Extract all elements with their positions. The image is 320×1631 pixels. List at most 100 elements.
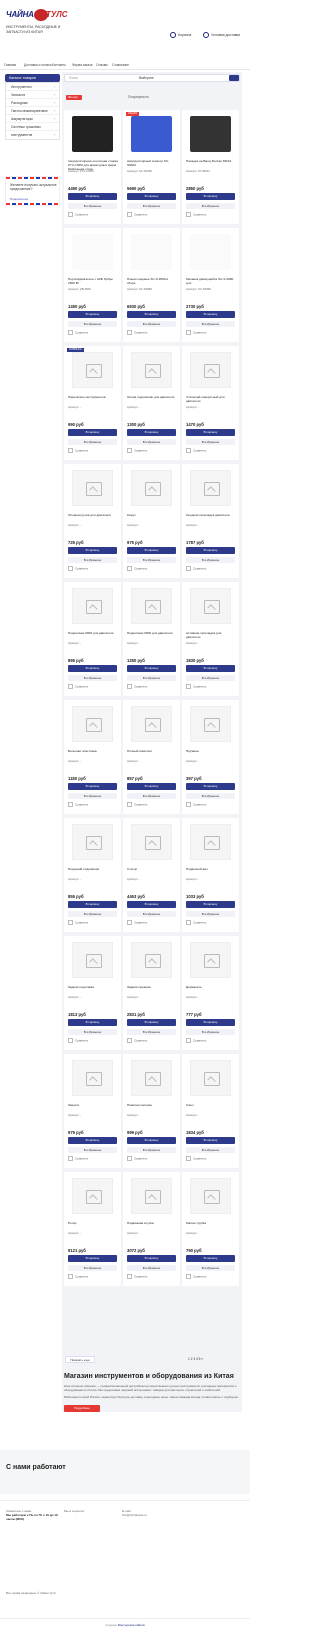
product-name[interactable]: Ротор — [68, 1221, 118, 1226]
search-button[interactable] — [229, 75, 239, 81]
favorite-button[interactable]: В избранное — [127, 793, 176, 799]
product-name[interactable]: Малая трубка — [186, 1221, 236, 1226]
add-to-cart-button[interactable]: В корзину — [186, 547, 235, 554]
add-to-cart-button[interactable]: В корзину — [68, 311, 117, 318]
add-to-cart-button[interactable]: В корзину — [127, 429, 176, 436]
image-placeholder-icon[interactable] — [190, 824, 231, 860]
image-placeholder-icon[interactable] — [72, 1060, 113, 1096]
image-placeholder-icon[interactable] — [131, 1178, 172, 1214]
favorite-button[interactable]: В избранное — [186, 321, 235, 327]
product-card[interactable]: Активная прокладка для двигателя Артикул:… — [182, 582, 239, 696]
nav-link[interactable]: Форма заказа — [72, 63, 93, 67]
product-name[interactable]: Задняя подставка — [68, 985, 118, 990]
add-to-cart-button[interactable]: В корзину — [186, 783, 235, 790]
product-card[interactable]: Подвижная втулка Артикул: - 3072 руб В корз… — [123, 1172, 180, 1286]
favorite-button[interactable]: В избранное — [68, 203, 117, 209]
favorite-button[interactable]: В избранное — [68, 557, 117, 563]
nav-link[interactable]: О магазине — [112, 63, 129, 67]
product-name[interactable]: Передний подшипник — [68, 867, 118, 872]
image-placeholder-icon[interactable] — [72, 824, 113, 860]
subscribe-link[interactable]: Подписаться — [10, 197, 28, 201]
compare-checkbox[interactable]: Сравнить — [186, 1038, 206, 1043]
image-placeholder-icon[interactable] — [131, 824, 172, 860]
image-placeholder-icon[interactable] — [131, 352, 172, 388]
nav-link[interactable]: Контакты — [52, 63, 66, 67]
sort-select[interactable]: Популярность — [128, 95, 149, 99]
product-card[interactable]: Статор Артикул: - 4463 руб В корзину В избра… — [123, 818, 180, 932]
compare-checkbox[interactable]: Сравнить — [186, 1274, 206, 1279]
compare-checkbox[interactable]: Сравнить — [127, 802, 147, 807]
product-name[interactable]: Отключай поворотный для двигателя — [186, 395, 236, 404]
favorite-button[interactable]: В избранное — [186, 203, 235, 209]
image-placeholder-icon[interactable] — [190, 588, 231, 624]
compare-checkbox[interactable]: Сравнить — [186, 448, 206, 453]
product-card[interactable]: Ключ Артикул: - 1834 руб В корзину В избранн… — [182, 1054, 239, 1168]
compare-checkbox[interactable]: Сравнить — [186, 920, 206, 925]
product-card[interactable]: АКЦИЯ Аккумуляторный секатор SC-S5400 Арти… — [123, 110, 180, 224]
product-card[interactable]: Опорная ручка для двигателя Артикул: - 725… — [64, 464, 121, 578]
add-to-cart-button[interactable]: В корзину — [68, 429, 117, 436]
compare-checkbox[interactable]: Сравнить — [186, 802, 206, 807]
favorite-button[interactable]: В избранное — [127, 321, 176, 327]
favorite-button[interactable]: В избранное — [68, 911, 117, 917]
compare-checkbox[interactable]: Сравнить — [186, 684, 206, 689]
product-card[interactable]: Механик движущийся SC-S 2890 для Артикул:… — [182, 228, 239, 342]
catalog-item[interactable]: Запчасти — [6, 91, 59, 99]
product-name[interactable]: Опорная ручка для двигателя — [68, 513, 118, 518]
add-to-cart-button[interactable]: В корзину — [68, 193, 117, 200]
compare-checkbox[interactable]: Сравнить — [68, 212, 88, 217]
product-name[interactable]: Задняя пружина — [127, 985, 177, 990]
favorite-button[interactable]: В избранное — [186, 1265, 235, 1271]
favorite-button[interactable]: В избранное — [68, 1029, 117, 1035]
logo[interactable]: ЧАЙНА ТУЛС — [6, 8, 67, 24]
favorite-button[interactable]: В избранное — [127, 911, 176, 917]
image-placeholder-icon[interactable] — [190, 1178, 231, 1214]
compare-checkbox[interactable]: Сравнить — [186, 212, 206, 217]
compare-checkbox[interactable]: Сравнить — [68, 566, 88, 571]
product-image[interactable] — [72, 234, 113, 270]
add-to-cart-button[interactable]: В корзину — [127, 783, 176, 790]
product-card[interactable]: Ножни ходовые SC-S 2890 в сборе Артикул: … — [123, 228, 180, 342]
image-placeholder-icon[interactable] — [190, 942, 231, 978]
product-name[interactable]: Подвесной вал — [186, 867, 236, 872]
compare-checkbox[interactable]: Сравнить — [68, 1038, 88, 1043]
product-card[interactable]: Портал/двигатель с АКБ Зубры 2500 Вт Арти… — [64, 228, 121, 342]
catalog-item[interactable]: Инструменты — [6, 83, 59, 91]
image-placeholder-icon[interactable] — [72, 352, 113, 388]
product-card[interactable]: Задняя пружина Артикул: - 2831 руб В корзин… — [123, 936, 180, 1050]
catalog-item[interactable]: Гаечно-инжиниринговое — [6, 107, 59, 115]
compare-checkbox[interactable]: Сравнить — [127, 448, 147, 453]
product-card[interactable]: Средняя прокладка двигателя Артикул: - 178… — [182, 464, 239, 578]
product-image[interactable] — [190, 234, 231, 270]
add-to-cart-button[interactable]: В корзину — [186, 901, 235, 908]
image-placeholder-icon[interactable] — [131, 1060, 172, 1096]
product-image[interactable] — [190, 116, 231, 152]
image-placeholder-icon[interactable] — [190, 706, 231, 742]
product-name[interactable]: Полный комплект — [127, 749, 177, 754]
add-to-cart-button[interactable]: В корзину — [127, 1019, 176, 1026]
add-to-cart-button[interactable]: В корзину — [68, 1019, 117, 1026]
product-name[interactable]: Опора подшипник для двигателя — [127, 395, 177, 400]
product-card[interactable]: Нажатая колонка Артикул: - 999 руб В корзин… — [123, 1054, 180, 1168]
product-name[interactable]: Подшипник 6000 для двигателя — [68, 631, 118, 636]
nav-link[interactable]: Доставка и оплата — [24, 63, 52, 67]
filter-button[interactable]: Фильтр — [66, 95, 82, 100]
add-to-cart-button[interactable]: В корзину — [127, 311, 176, 318]
favorite-button[interactable]: В избранное — [68, 1265, 117, 1271]
search-input[interactable]: Поиск — [69, 76, 78, 80]
image-placeholder-icon[interactable] — [190, 1060, 231, 1096]
product-card[interactable]: НОВИНКА Нарезатель инструментов Артикул: -… — [64, 346, 121, 460]
add-to-cart-button[interactable]: В корзину — [186, 1255, 235, 1262]
product-card[interactable]: Защита Артикул: - 975 руб В корзину В избран… — [64, 1054, 121, 1168]
compare-checkbox[interactable]: Сравнить — [186, 566, 206, 571]
product-card[interactable]: Подшипник 6000 для двигателя Артикул: - 89… — [64, 582, 121, 696]
add-to-cart-button[interactable]: В корзину — [186, 1019, 235, 1026]
product-name[interactable]: Средняя прокладка двигателя — [186, 513, 236, 518]
favorite-button[interactable]: В избранное — [68, 793, 117, 799]
product-image[interactable] — [131, 116, 172, 152]
compare-checkbox[interactable]: Сравнить — [68, 330, 88, 335]
product-card[interactable]: Ротор Артикул: - 9121 руб В корзину В избран… — [64, 1172, 121, 1286]
product-card[interactable]: Опора подшипник для двигателя Артикул: - 1… — [123, 346, 180, 460]
product-card[interactable]: Отключай поворотный для двигателя Артикул… — [182, 346, 239, 460]
delivery-link[interactable]: Условия доставки — [203, 32, 240, 38]
